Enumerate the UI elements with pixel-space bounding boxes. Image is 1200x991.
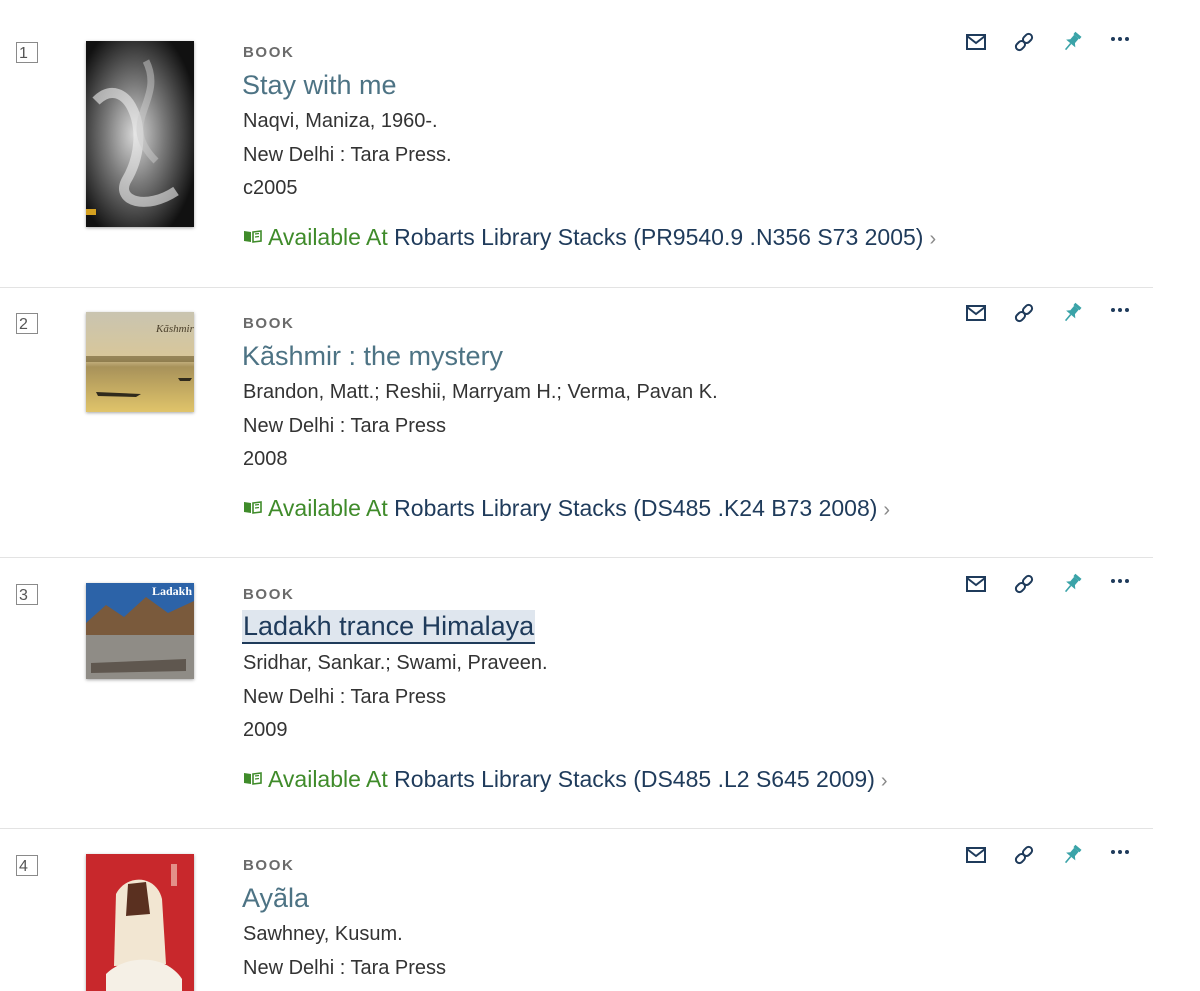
record-publisher: New Delhi : Tara Press — [243, 686, 447, 708]
record-title-link[interactable]: Ayãla — [242, 883, 309, 914]
material-type: BOOK — [243, 315, 295, 332]
record-actions — [964, 843, 1134, 867]
record-title-link[interactable]: Ladakh trance Himalaya — [242, 610, 536, 644]
record-actions — [964, 30, 1134, 54]
ellipsis-icon[interactable] — [1108, 572, 1132, 596]
record-author: Brandon, Matt.; Reshii, Marryam H.; Verm… — [243, 381, 718, 403]
availability-status: Available At — [268, 766, 388, 792]
result-number: 2 — [16, 313, 38, 334]
envelope-icon[interactable] — [964, 572, 988, 596]
material-type: BOOK — [243, 586, 295, 603]
result-number: 4 — [16, 855, 38, 876]
record-author: Sridhar, Sankar.; Swami, Praveen. — [243, 652, 548, 674]
record-actions — [964, 572, 1134, 596]
availability-status: Available At — [268, 224, 388, 250]
location-text: Robarts Library Stacks (DS485 .K24 B73 2… — [394, 495, 878, 521]
pushpin-icon[interactable] — [1060, 30, 1084, 54]
ellipsis-icon[interactable] — [1108, 843, 1132, 867]
record-date: 2008 — [243, 448, 288, 470]
link-icon[interactable] — [1012, 572, 1036, 596]
envelope-icon[interactable] — [964, 843, 988, 867]
chevron-right-icon: › — [880, 770, 888, 792]
result-record: 1 BOOK Stay with me Naqvi, Maniza, 1960-… — [0, 0, 1153, 270]
svg-text:Kãshmir: Kãshmir — [155, 323, 194, 335]
material-type: BOOK — [243, 857, 295, 874]
open-book-icon — [243, 764, 262, 791]
location-text: Robarts Library Stacks (DS485 .L2 S645 2… — [394, 766, 875, 792]
open-book-icon — [243, 493, 262, 520]
record-publisher: New Delhi : Tara Press — [243, 415, 447, 437]
result-record: 4 BOOK Ayãla Sawhney, Kusum. New Delhi :… — [0, 813, 1153, 991]
chevron-right-icon: › — [883, 499, 891, 521]
envelope-icon[interactable] — [964, 301, 988, 325]
ellipsis-icon[interactable] — [1108, 301, 1132, 325]
record-actions — [964, 301, 1134, 325]
record-author: Naqvi, Maniza, 1960-. — [243, 110, 438, 132]
record-title-link[interactable]: Kãshmir : the mystery — [242, 341, 503, 372]
availability-link[interactable]: Available At Robarts Library Stacks (DS4… — [243, 764, 888, 793]
ellipsis-icon[interactable] — [1108, 30, 1132, 54]
link-icon[interactable] — [1012, 30, 1036, 54]
record-title-link[interactable]: Stay with me — [242, 70, 397, 101]
book-cover-thumbnail[interactable]: Ladakh — [86, 583, 194, 679]
record-date: c2005 — [243, 177, 298, 199]
record-date: 2009 — [243, 719, 288, 741]
pushpin-icon[interactable] — [1060, 301, 1084, 325]
chevron-right-icon: › — [929, 228, 937, 250]
record-publisher: New Delhi : Tara Press — [243, 957, 447, 979]
record-author: Sawhney, Kusum. — [243, 923, 403, 945]
link-icon[interactable] — [1012, 301, 1036, 325]
availability-link[interactable]: Available At Robarts Library Stacks (DS4… — [243, 493, 890, 522]
pushpin-icon[interactable] — [1060, 843, 1084, 867]
record-publisher: New Delhi : Tara Press. — [243, 144, 452, 166]
book-cover-thumbnail[interactable] — [86, 854, 194, 991]
book-cover-thumbnail[interactable] — [86, 41, 194, 227]
material-type: BOOK — [243, 44, 295, 61]
svg-text:Ladakh: Ladakh — [152, 584, 192, 598]
availability-link[interactable]: Available At Robarts Library Stacks (PR9… — [243, 222, 936, 251]
availability-status: Available At — [268, 495, 388, 521]
location-text: Robarts Library Stacks (PR9540.9 .N356 S… — [394, 224, 924, 250]
result-record: 3 Ladakh BOOK Ladakh trance Himalaya Sri… — [0, 542, 1153, 812]
link-icon[interactable] — [1012, 843, 1036, 867]
pushpin-icon[interactable] — [1060, 572, 1084, 596]
result-number: 1 — [16, 42, 38, 63]
open-book-icon — [243, 222, 262, 249]
book-cover-thumbnail[interactable]: Kãshmir — [86, 312, 194, 412]
envelope-icon[interactable] — [964, 30, 988, 54]
result-number: 3 — [16, 584, 38, 605]
result-record: 2 Kãshmir BOOK Kãshmir : the mystery Bra… — [0, 271, 1153, 541]
